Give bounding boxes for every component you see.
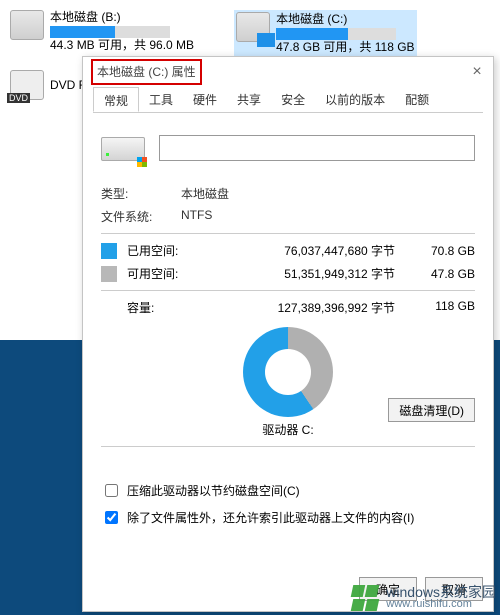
drive-icon bbox=[236, 12, 270, 42]
used-swatch bbox=[101, 243, 117, 259]
index-checkbox[interactable] bbox=[105, 511, 118, 524]
tab-content: 类型: 本地磁盘 文件系统: NTFS 已用空间: 76,037,447,680… bbox=[83, 113, 493, 543]
used-bytes: 76,037,447,680 字节 bbox=[199, 242, 415, 259]
index-label: 除了文件属性外，还允许索引此驱动器上文件的内容(I) bbox=[127, 509, 414, 526]
drive-c-bar bbox=[276, 28, 396, 40]
drive-c-info: 47.8 GB 可用，共 118 GB bbox=[276, 40, 415, 54]
tab-tools[interactable]: 工具 bbox=[139, 87, 183, 112]
free-label: 可用空间: bbox=[127, 265, 199, 282]
compress-checkbox-row[interactable]: 压缩此驱动器以节约磁盘空间(C) bbox=[101, 481, 475, 500]
tab-quota[interactable]: 配额 bbox=[395, 87, 439, 112]
capacity-label: 容量: bbox=[101, 299, 197, 316]
used-human: 70.8 GB bbox=[415, 244, 475, 258]
disk-icon bbox=[101, 131, 145, 165]
tab-hardware[interactable]: 硬件 bbox=[183, 87, 227, 112]
drive-c[interactable]: 本地磁盘 (C:) 47.8 GB 可用，共 118 GB bbox=[234, 10, 417, 56]
dialog-titlebar[interactable]: 本地磁盘 (C:) 属性 bbox=[83, 57, 493, 87]
drive-icon bbox=[10, 10, 44, 40]
tab-general[interactable]: 常规 bbox=[93, 87, 139, 112]
free-bytes: 51,351,949,312 字节 bbox=[199, 265, 415, 282]
drives-area: 本地磁盘 (B:) 44.3 MB 可用，共 96.0 MB 本地磁盘 (C:)… bbox=[0, 0, 500, 56]
drive-b-bar bbox=[50, 26, 170, 38]
tab-sharing[interactable]: 共享 bbox=[227, 87, 271, 112]
type-value: 本地磁盘 bbox=[181, 185, 229, 202]
drive-c-name: 本地磁盘 (C:) bbox=[276, 12, 415, 26]
free-swatch bbox=[101, 266, 117, 282]
fs-value: NTFS bbox=[181, 208, 212, 225]
capacity-bytes: 127,389,396,992 字节 bbox=[197, 299, 415, 316]
type-label: 类型: bbox=[101, 185, 181, 202]
dvd-tag: DVD bbox=[7, 93, 30, 103]
tabs: 常规 工具 硬件 共享 安全 以前的版本 配额 bbox=[93, 87, 483, 113]
dialog-title: 本地磁盘 (C:) 属性 bbox=[91, 59, 202, 85]
drive-b-name: 本地磁盘 (B:) bbox=[50, 10, 194, 24]
disk-cleanup-button[interactable]: 磁盘清理(D) bbox=[388, 398, 475, 422]
drive-b[interactable]: 本地磁盘 (B:) 44.3 MB 可用，共 96.0 MB bbox=[10, 10, 194, 56]
tab-security[interactable]: 安全 bbox=[271, 87, 315, 112]
fs-label: 文件系统: bbox=[101, 208, 181, 225]
tab-previous[interactable]: 以前的版本 bbox=[315, 87, 395, 112]
close-icon[interactable]: × bbox=[467, 63, 487, 83]
compress-checkbox[interactable] bbox=[105, 484, 118, 497]
used-label: 已用空间: bbox=[127, 242, 199, 259]
index-checkbox-row[interactable]: 除了文件属性外，还允许索引此驱动器上文件的内容(I) bbox=[101, 508, 475, 527]
compress-label: 压缩此驱动器以节约磁盘空间(C) bbox=[127, 482, 300, 499]
usage-donut bbox=[243, 327, 333, 417]
free-human: 47.8 GB bbox=[415, 267, 475, 281]
properties-dialog: 本地磁盘 (C:) 属性 × 常规 工具 硬件 共享 安全 以前的版本 配额 类… bbox=[82, 56, 494, 612]
capacity-human: 118 GB bbox=[415, 299, 475, 316]
drive-label: 驱动器 C: bbox=[262, 421, 313, 438]
drive-b-info: 44.3 MB 可用，共 96.0 MB bbox=[50, 38, 194, 52]
watermark-title: windows系统家园 bbox=[386, 586, 496, 598]
drive-label-input[interactable] bbox=[159, 135, 475, 161]
dvd-icon: DVD bbox=[10, 70, 44, 100]
watermark: windows系统家园 www.ruishifu.com bbox=[352, 585, 496, 611]
